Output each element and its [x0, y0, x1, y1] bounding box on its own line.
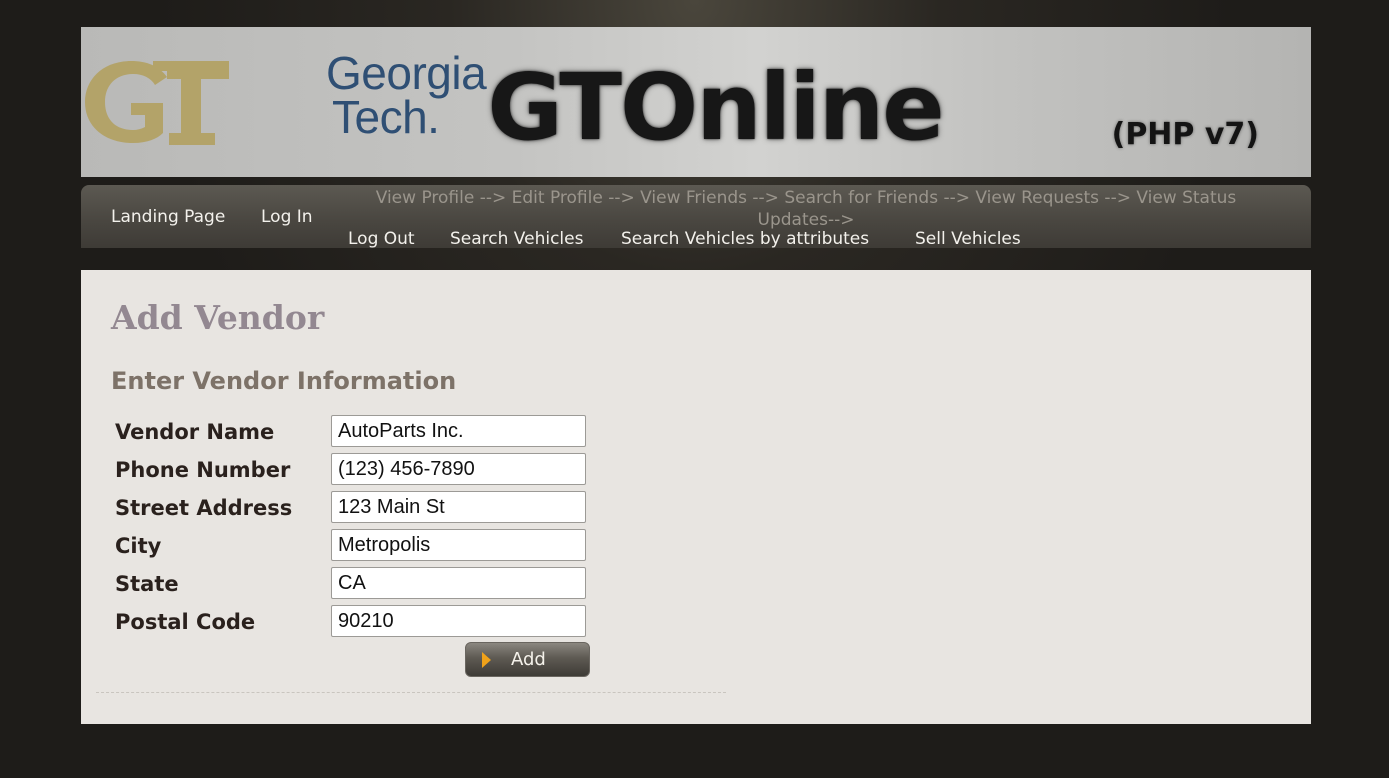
- city-input[interactable]: [331, 529, 586, 561]
- app-title: GTOnline: [487, 54, 944, 161]
- georgia-tech-logo: [85, 61, 229, 145]
- city-label: City: [115, 534, 162, 558]
- play-arrow-icon: [482, 652, 491, 668]
- form-row-postal-code: Postal Code: [115, 605, 595, 637]
- add-button-label: Add: [511, 649, 546, 670]
- section-title: Enter Vendor Information: [111, 367, 457, 395]
- nav-disabled-line-1: View Profile --> Edit Profile --> View F…: [375, 188, 1237, 208]
- nav-log-out[interactable]: Log Out: [348, 229, 415, 249]
- divider: [96, 692, 726, 693]
- nav-search-vehicles-by-attributes[interactable]: Search Vehicles by attributes: [621, 229, 869, 249]
- postal-code-input[interactable]: [331, 605, 586, 637]
- form-row-city: City: [115, 529, 595, 561]
- nav-search-vehicles[interactable]: Search Vehicles: [450, 229, 583, 249]
- page-title: Add Vendor: [111, 298, 325, 337]
- nav-bar: Landing Page Log In View Profile --> Edi…: [81, 185, 1311, 249]
- postal-code-label: Postal Code: [115, 610, 256, 634]
- vendor-name-input[interactable]: [331, 415, 586, 447]
- nav-disabled-links: View Profile --> Edit Profile --> View F…: [331, 187, 1281, 231]
- nav-sell-vehicles[interactable]: Sell Vehicles: [915, 229, 1021, 249]
- form-row-vendor-name: Vendor Name: [115, 415, 595, 447]
- form-row-phone-number: Phone Number: [115, 453, 595, 485]
- state-input[interactable]: [331, 567, 586, 599]
- add-button[interactable]: Add: [465, 642, 590, 677]
- form-row-state: State: [115, 567, 595, 599]
- header-banner: Georgia Tech. GTOnline (PHP v7): [81, 27, 1311, 177]
- nav-landing-page[interactable]: Landing Page: [111, 207, 225, 227]
- street-address-label: Street Address: [115, 496, 293, 520]
- nav-disabled-line-2: Updates-->: [757, 210, 855, 230]
- state-label: State: [115, 572, 179, 596]
- phone-number-input[interactable]: [331, 453, 586, 485]
- app-version: (PHP v7): [1111, 117, 1259, 152]
- main-content: Add Vendor Enter Vendor Information Vend…: [81, 270, 1311, 724]
- street-address-input[interactable]: [331, 491, 586, 523]
- nav-log-in[interactable]: Log In: [261, 207, 313, 227]
- form-row-street-address: Street Address: [115, 491, 595, 523]
- vendor-name-label: Vendor Name: [115, 420, 275, 444]
- phone-number-label: Phone Number: [115, 458, 291, 482]
